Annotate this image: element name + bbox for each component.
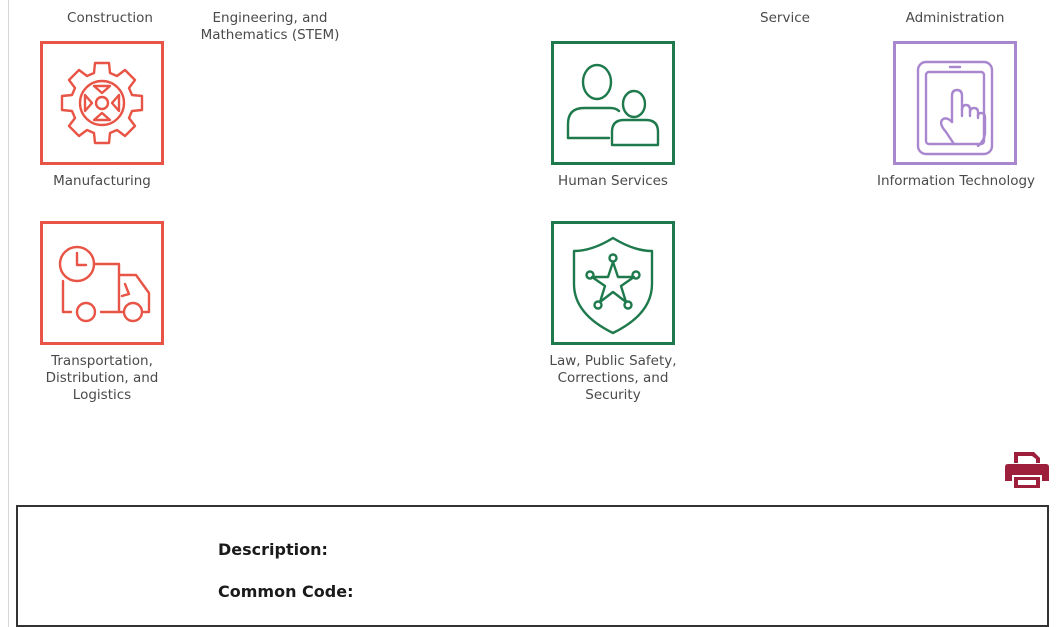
tile-caption-information-technology: Information Technology bbox=[876, 173, 1036, 189]
sheriff-badge-shield-icon bbox=[572, 236, 654, 335]
tile-label-construction[interactable]: Construction bbox=[50, 10, 170, 27]
tile-transportation[interactable] bbox=[40, 221, 164, 345]
tile-label-service[interactable]: Service bbox=[745, 10, 825, 27]
tile-label-stem-line2: Mathematics (STEM) bbox=[200, 27, 340, 43]
tile-caption-transportation: Transportation, Distribution, and Logist… bbox=[30, 353, 174, 404]
tile-information-technology[interactable] bbox=[893, 41, 1017, 165]
people-icon bbox=[566, 63, 660, 147]
tile-caption-law-line1: Law, Public Safety, bbox=[549, 353, 677, 369]
tile-label-administration[interactable]: Administration bbox=[890, 10, 1020, 27]
tile-human-services[interactable] bbox=[551, 41, 675, 165]
tile-caption-law-line3: Security bbox=[585, 387, 641, 403]
print-button[interactable] bbox=[1004, 449, 1050, 489]
tile-caption-human-services: Human Services bbox=[558, 173, 668, 189]
gear-icon bbox=[60, 61, 144, 145]
printer-icon bbox=[1005, 452, 1049, 488]
tile-caption-law-line2: Corrections, and bbox=[557, 370, 669, 386]
tile-caption-manufacturing: Manufacturing bbox=[53, 173, 151, 189]
tile-label-stem-line1: Engineering, and bbox=[212, 10, 328, 26]
details-panel: Description: Common Code: bbox=[16, 505, 1049, 627]
tile-caption-transportation-line1: Transportation, bbox=[51, 353, 153, 369]
tile-manufacturing[interactable] bbox=[40, 41, 164, 165]
tile-caption-law-public-safety: Law, Public Safety, Corrections, and Sec… bbox=[527, 353, 699, 404]
common-code-label: Common Code: bbox=[218, 582, 354, 601]
delivery-truck-clock-icon bbox=[58, 245, 151, 323]
tile-caption-transportation-line3: Logistics bbox=[72, 387, 132, 403]
description-label: Description: bbox=[218, 540, 328, 559]
tile-label-stem[interactable]: Engineering, and Mathematics (STEM) bbox=[200, 10, 340, 44]
tile-caption-transportation-line2: Distribution, and bbox=[45, 370, 159, 386]
tablet-touch-icon bbox=[916, 60, 994, 156]
left-border-rule bbox=[8, 0, 9, 627]
tile-law-public-safety[interactable] bbox=[551, 221, 675, 345]
